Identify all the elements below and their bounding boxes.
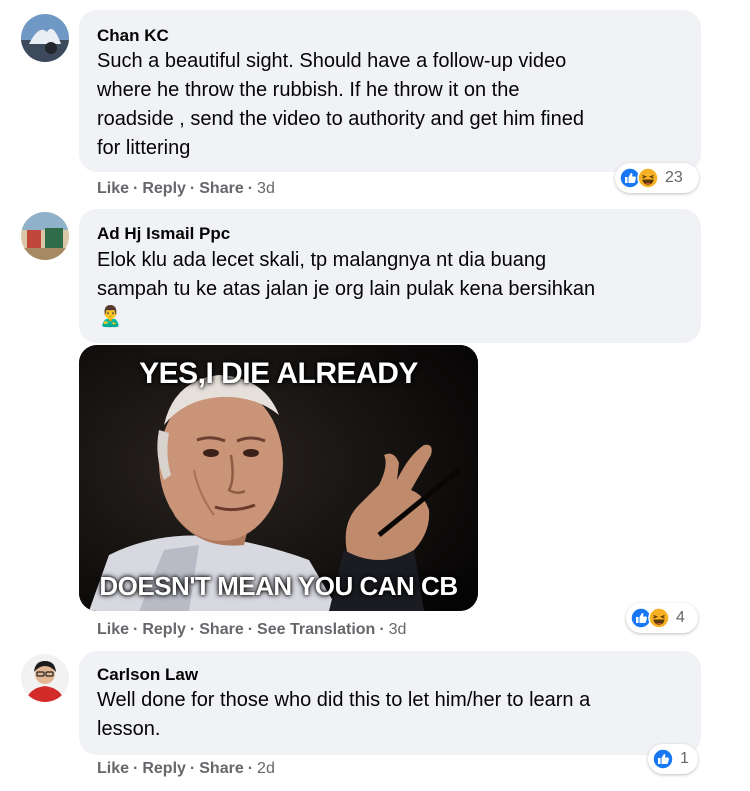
avatar[interactable]	[21, 212, 69, 260]
comment-text: Such a beautiful sight. Should have a fo…	[97, 50, 584, 159]
share-button[interactable]: Share	[199, 180, 243, 198]
reply-button[interactable]: Reply	[142, 760, 186, 778]
like-icon	[652, 748, 674, 770]
comment-attached-image[interactable]: YES,I DIE ALREADY DOESN'T MEAN YOU CAN C…	[79, 345, 478, 611]
share-button[interactable]: Share	[199, 621, 243, 639]
reply-button[interactable]: Reply	[142, 621, 186, 639]
reactions-summary[interactable]: 23	[615, 163, 699, 193]
comment-author[interactable]: Chan KC	[97, 26, 169, 46]
timestamp[interactable]: 2d	[257, 760, 275, 778]
reaction-count: 1	[680, 750, 689, 767]
comment-author[interactable]: Ad Hj Ismail Ppc	[97, 224, 230, 244]
comment-actions: Like · Reply · Share · 2d	[97, 760, 275, 778]
comment-text: Well done for those who did this to let …	[97, 689, 591, 740]
reactions-summary[interactable]: 4	[626, 603, 698, 633]
see-translation-button[interactable]: See Translation	[257, 621, 375, 639]
reaction-count: 23	[665, 169, 683, 186]
avatar-photo	[21, 654, 69, 702]
comment-actions: Like · Reply · Share · 3d	[97, 180, 275, 198]
comment-text: Elok klu ada lecet skali, tp malangnya n…	[97, 249, 596, 300]
reaction-count: 4	[676, 609, 685, 626]
timestamp[interactable]: 3d	[257, 180, 275, 198]
person-pouting-emoji: 🙎‍♂️	[98, 306, 123, 328]
haha-icon	[637, 167, 659, 189]
meme-top-caption: YES,I DIE ALREADY	[139, 357, 418, 390]
reactions-summary[interactable]: 1	[648, 744, 698, 774]
like-button[interactable]: Like	[97, 621, 129, 639]
timestamp[interactable]: 3d	[389, 621, 407, 639]
avatar[interactable]	[21, 14, 69, 62]
haha-icon	[648, 607, 670, 629]
meme-bottom-caption: DOESN'T MEAN YOU CAN CB	[99, 571, 458, 601]
comment-actions: Like · Reply · Share · See Translation · 3d	[97, 621, 407, 639]
avatar-photo	[21, 212, 69, 260]
like-button[interactable]: Like	[97, 180, 129, 198]
share-button[interactable]: Share	[199, 760, 243, 778]
avatar[interactable]	[21, 654, 69, 702]
avatar-photo	[21, 14, 69, 62]
reply-button[interactable]: Reply	[142, 180, 186, 198]
comment-author[interactable]: Carlson Law	[97, 665, 198, 685]
like-button[interactable]: Like	[97, 760, 129, 778]
